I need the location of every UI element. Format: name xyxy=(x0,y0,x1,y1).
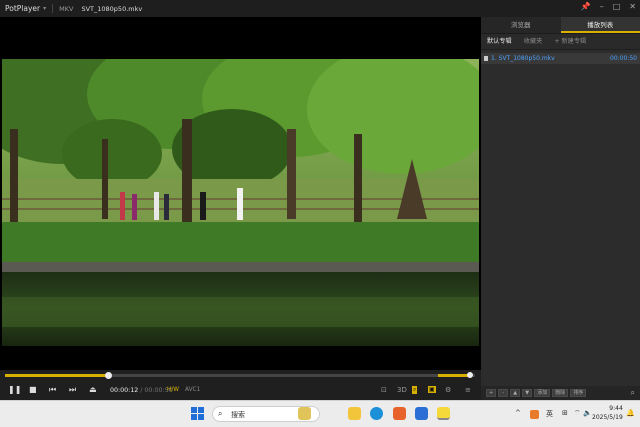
clock[interactable]: 9:44 2025/5/19 xyxy=(592,404,623,422)
wifi-icon[interactable]: ⌔ xyxy=(574,409,581,418)
potplayer-taskbar-icon[interactable] xyxy=(437,407,450,420)
search-icon: ⌕ xyxy=(218,409,223,418)
control-buttons: ❚❚ ■ ⏮ ⏭ ⏏ 00:00:12 / 00:00:50 H/W AVC1 … xyxy=(0,385,481,398)
control-bar: ❚❚ ■ ⏮ ⏭ ⏏ 00:00:12 / 00:00:50 H/W AVC1 … xyxy=(0,370,481,400)
remove-item-button[interactable]: - xyxy=(498,389,509,397)
pin-icon[interactable]: 📌 xyxy=(581,2,591,11)
tray-app-icon[interactable] xyxy=(530,410,539,419)
windows-start-icon[interactable] xyxy=(191,407,204,420)
taskbar: ⌕ 搜索 ^ 英 ⊞ ⌔ 🔈 9:44 2025/5/19 🔔 xyxy=(0,400,640,427)
delete-button[interactable]: 删除 xyxy=(552,389,569,397)
move-up-button[interactable]: ▲ xyxy=(510,389,521,397)
current-time: 00:00:12 xyxy=(110,387,139,394)
seek-bar[interactable] xyxy=(5,372,475,379)
widgets-icon[interactable] xyxy=(298,407,311,420)
clock-time: 9:44 xyxy=(609,405,623,412)
video-frame[interactable] xyxy=(2,59,479,346)
clock-date: 2025/5/19 xyxy=(592,414,623,421)
mail-icon[interactable] xyxy=(415,407,428,420)
move-down-button[interactable]: ▼ xyxy=(522,389,533,397)
volume-level xyxy=(438,374,471,377)
album-tabs: 默认专辑 收藏夹 + 新建专辑 xyxy=(481,34,640,50)
playlist-panel: 浏览器 播放列表 默认专辑 收藏夹 + 新建专辑 1. SVT_1080p50.… xyxy=(481,17,640,400)
stop-icon[interactable]: ■ xyxy=(29,385,37,394)
new-album-button[interactable]: + 新建专辑 xyxy=(548,34,592,49)
window-controls: 📌 – □ ✕ xyxy=(581,2,636,11)
codec-label[interactable]: AVC1 xyxy=(185,387,200,393)
edge-browser-icon[interactable] xyxy=(370,407,383,420)
volume-slider[interactable] xyxy=(438,372,474,378)
search-placeholder: 搜索 xyxy=(231,411,245,419)
tab-playlist[interactable]: 播放列表 xyxy=(560,17,640,33)
file-explorer-icon[interactable] xyxy=(348,407,361,420)
playlist-item-duration: 00:00:50 xyxy=(610,55,637,62)
previous-icon[interactable]: ⏮ xyxy=(49,385,56,395)
hw-decode-badge[interactable]: H/W xyxy=(167,387,179,393)
add-item-button[interactable]: + xyxy=(486,389,497,397)
window-title: SVT_1080p50.mkv xyxy=(81,4,143,13)
divider xyxy=(52,4,54,13)
3d-mode-button[interactable]: 3D xyxy=(397,386,407,394)
pause-icon[interactable]: ❚❚ xyxy=(8,385,21,394)
tab-default-album[interactable]: 默认专辑 xyxy=(481,34,518,49)
speaker-icon[interactable]: 🔈 xyxy=(583,409,592,417)
app-icon[interactable] xyxy=(393,407,406,420)
chevron-up-icon[interactable]: ^ xyxy=(515,409,521,417)
tab-browser[interactable]: 浏览器 xyxy=(481,17,561,33)
title-bar: PotPlayer ▾ MKV SVT_1080p50.mkv 📌 – □ ✕ xyxy=(0,0,640,17)
next-icon[interactable]: ⏭ xyxy=(69,385,76,395)
gear-icon[interactable]: ⚙ xyxy=(445,386,451,394)
time-display: 00:00:12 / 00:00:50 xyxy=(110,387,173,394)
volume-handle[interactable] xyxy=(467,372,474,378)
ime-mode-icon[interactable]: ⊞ xyxy=(562,409,568,417)
video-image xyxy=(2,59,479,346)
panel-tabs: 浏览器 播放列表 xyxy=(481,17,640,34)
search-icon[interactable]: ⌕ xyxy=(631,388,635,398)
sort-button[interactable]: 排序 xyxy=(570,389,587,397)
minimize-button[interactable]: – xyxy=(600,2,604,11)
menu-icon[interactable]: ≡ xyxy=(465,386,471,394)
close-button[interactable]: ✕ xyxy=(629,2,636,11)
bell-icon[interactable]: 🔔 xyxy=(626,409,635,417)
add-button[interactable]: 添加 xyxy=(534,389,551,397)
playlist-item-name: 1. SVT_1080p50.mkv xyxy=(491,55,555,62)
chevron-down-icon[interactable]: ▾ xyxy=(43,5,46,12)
list-item[interactable]: 1. SVT_1080p50.mkv 00:00:50 xyxy=(481,53,640,64)
file-icon xyxy=(484,56,488,61)
app-menu-button[interactable]: PotPlayer xyxy=(5,4,40,13)
ime-indicator[interactable]: 英 xyxy=(546,409,553,419)
format-label: MKV xyxy=(59,4,74,13)
eject-icon[interactable]: ⏏ xyxy=(89,385,97,394)
playlist-toolbar: + - ▲ ▼ 添加 删除 排序 ⌕ xyxy=(481,386,640,400)
capture-icon[interactable]: ⌕ xyxy=(412,386,418,394)
tab-favorites[interactable]: 收藏夹 xyxy=(518,34,549,49)
360-vr-icon[interactable]: ⊡ xyxy=(381,386,387,394)
video-area[interactable] xyxy=(0,17,481,370)
seek-progress xyxy=(5,374,109,377)
seek-handle[interactable] xyxy=(105,372,113,379)
maximize-button[interactable]: □ xyxy=(613,2,621,11)
subtitle-icon[interactable]: ▣ xyxy=(428,386,436,393)
